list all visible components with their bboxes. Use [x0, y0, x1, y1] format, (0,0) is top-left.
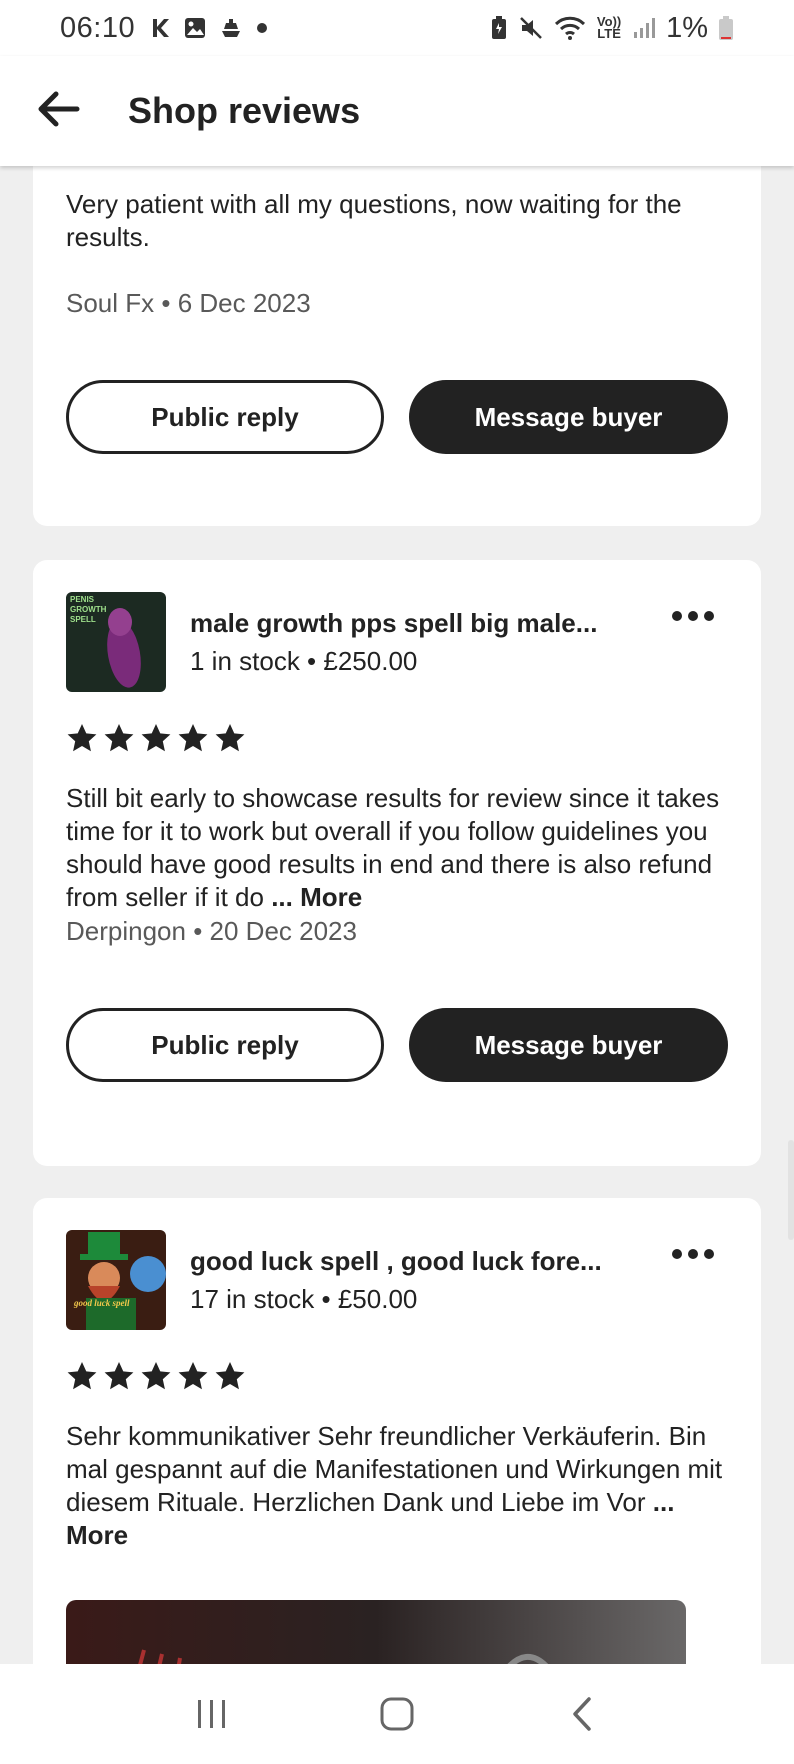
- listing-stock-price: 1 in stock • £250.00: [190, 646, 418, 676]
- star-icon: [141, 724, 171, 752]
- dot: [672, 611, 682, 621]
- review-text: Still bit early to showcase results for …: [66, 782, 732, 914]
- home-icon: [380, 1697, 414, 1731]
- message-buyer-button[interactable]: Message buyer: [409, 380, 728, 454]
- image-icon: [183, 16, 207, 40]
- battery-percent: 1%: [666, 11, 708, 44]
- star-icon: [215, 1362, 245, 1390]
- public-reply-button[interactable]: Public reply: [66, 380, 384, 454]
- dot: [704, 611, 714, 621]
- review-text: Sehr kommunikativer Sehr freundlicher Ve…: [66, 1420, 732, 1552]
- listing-title[interactable]: male growth pps spell big male...: [190, 608, 630, 639]
- scroll-indicator[interactable]: [788, 1140, 794, 1240]
- thumb-label: PENIS: [70, 595, 95, 604]
- dot: [688, 611, 698, 621]
- review-text-body: Sehr kommunikativer Sehr freundlicher Ve…: [66, 1421, 723, 1517]
- volte-icon: Vo)) LTE: [596, 14, 622, 41]
- star-icon: [67, 724, 97, 752]
- review-text: Very patient with all my questions, now …: [66, 189, 682, 252]
- screen: 06:10 Vo)) LTE 1% Shop reviews Very pati…: [0, 0, 794, 1764]
- review-card: PENIS GROWTH SPELL male growth pps spell…: [33, 560, 761, 1166]
- more-options-button[interactable]: [665, 596, 721, 636]
- dot-icon: [255, 21, 269, 35]
- star-icon: [67, 1362, 97, 1390]
- review-meta: Soul Fx • 6 Dec 2023: [66, 288, 311, 318]
- public-reply-button[interactable]: Public reply: [66, 1008, 384, 1082]
- review-meta: Derpingon • 20 Dec 2023: [66, 916, 357, 946]
- listing-stock-price: 17 in stock • £50.00: [190, 1284, 418, 1314]
- recent-apps-button[interactable]: [172, 1674, 252, 1754]
- dot: [688, 1249, 698, 1259]
- mute-icon: [518, 15, 544, 41]
- listing-thumbnail[interactable]: good luck spell: [66, 1230, 166, 1330]
- back-icon: [572, 1697, 591, 1731]
- k-icon: [151, 17, 171, 39]
- back-button[interactable]: [0, 56, 116, 166]
- status-right-icons: Vo)) LTE 1%: [490, 12, 734, 45]
- more-link[interactable]: ... More: [271, 882, 362, 912]
- star-icon: [104, 724, 134, 752]
- nav-back-button[interactable]: [542, 1674, 622, 1754]
- thumb-label: GROWTH: [70, 605, 107, 614]
- status-left-icons: [151, 16, 269, 40]
- status-time: 06:10: [60, 11, 136, 44]
- review-card: good luck spell good luck spell , good l…: [33, 1198, 761, 1664]
- star-icon: [104, 1362, 134, 1390]
- review-photo[interactable]: [66, 1600, 686, 1664]
- reviews-list[interactable]: Very patient with all my questions, now …: [0, 166, 794, 1664]
- star-icon: [141, 1362, 171, 1390]
- battery-saver-icon: [490, 15, 508, 41]
- signal-icon: [632, 16, 656, 40]
- app-bar: Shop reviews: [0, 56, 794, 166]
- listing-thumbnail[interactable]: PENIS GROWTH SPELL: [66, 592, 166, 692]
- listing-title[interactable]: good luck spell , good luck fore...: [190, 1246, 630, 1277]
- review-card: Very patient with all my questions, now …: [33, 166, 761, 526]
- home-button[interactable]: [357, 1674, 437, 1754]
- page-title: Shop reviews: [128, 90, 361, 131]
- system-nav-bar: [0, 1664, 794, 1764]
- rating-stars: [66, 1360, 246, 1392]
- dot: [672, 1249, 682, 1259]
- review-text-body: Still bit early to showcase results for …: [66, 783, 720, 912]
- status-bar: 06:10 Vo)) LTE 1%: [0, 0, 794, 56]
- rating-stars: [66, 722, 246, 754]
- wifi-icon: [554, 15, 586, 41]
- thumb-label: good luck spell: [73, 1298, 130, 1308]
- star-icon: [215, 724, 245, 752]
- more-options-button[interactable]: [665, 1234, 721, 1274]
- thumb-label: SPELL: [70, 615, 96, 624]
- dot: [704, 1249, 714, 1259]
- star-icon: [178, 724, 208, 752]
- message-buyer-button[interactable]: Message buyer: [409, 1008, 728, 1082]
- arrow-left-icon: [36, 91, 80, 132]
- recent-apps-icon: [198, 1700, 226, 1728]
- battery-icon: [718, 15, 734, 41]
- star-icon: [178, 1362, 208, 1390]
- ship-icon: [219, 16, 243, 40]
